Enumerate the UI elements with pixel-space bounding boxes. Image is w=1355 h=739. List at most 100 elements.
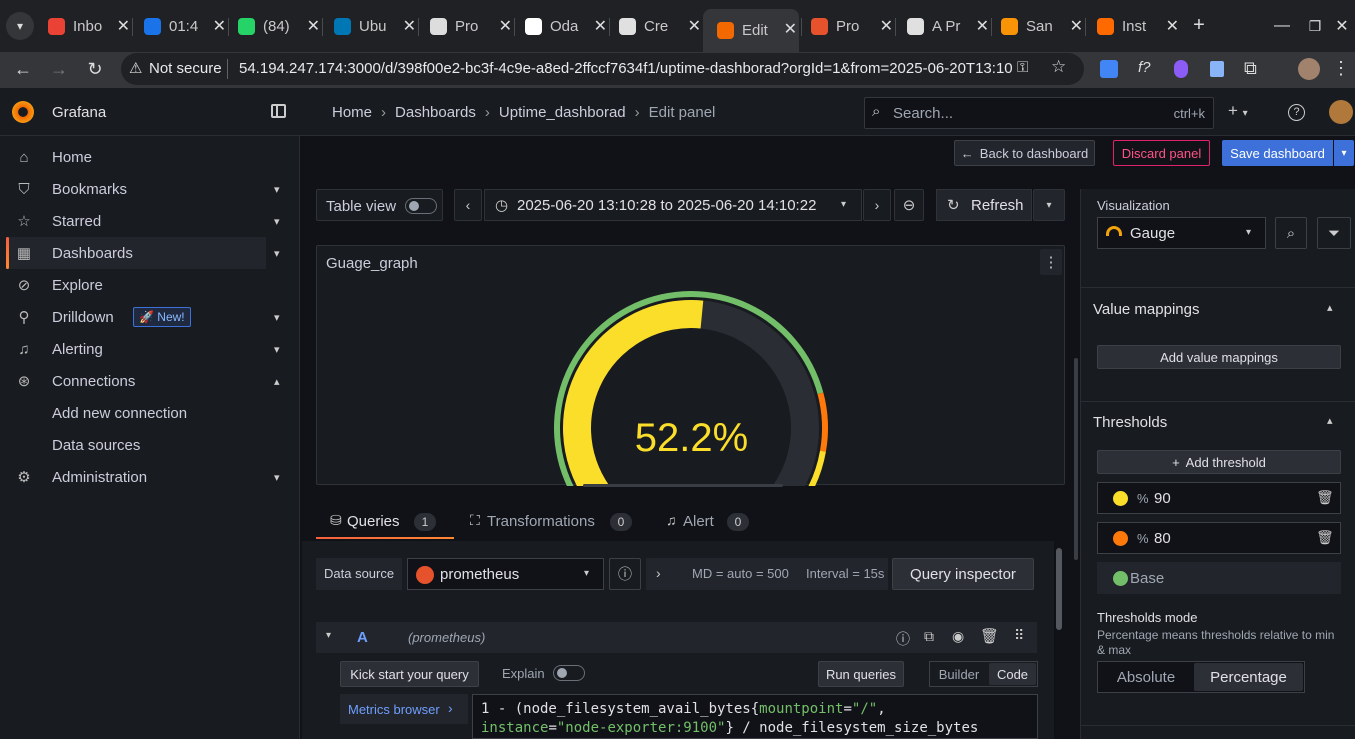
browser-tab[interactable]: Ubu ✕ [326,11,418,42]
query-help-icon[interactable]: ⓘ [896,629,910,649]
panel-resize-handle[interactable] [583,484,783,487]
breadcrumb-dashboard[interactable]: Uptime_dashborad [499,104,626,121]
close-tab-icon[interactable]: ✕ [499,16,512,36]
tab-search-button[interactable]: ▾ [6,12,34,40]
sidebar-item-dashboards[interactable]: ▦ Dashboards ▾ [6,237,280,269]
query-scrollbar[interactable] [1056,548,1062,630]
threshold-row[interactable]: % 80 🗑 [1097,522,1341,554]
save-dashboard-button[interactable]: Save dashboard [1222,140,1333,166]
breadcrumb-home[interactable]: Home [332,104,372,121]
add-menu-button[interactable]: + ▾ [1228,101,1248,121]
close-tab-icon[interactable]: ✕ [403,16,416,36]
chevron-icon[interactable]: ▾ [274,311,280,324]
close-tab-icon[interactable]: ✕ [307,16,320,36]
query-ref-id[interactable]: A [357,629,368,646]
kick-start-button[interactable]: Kick start your query [340,661,479,687]
search-options-icon[interactable]: ⌕ [1275,217,1307,249]
back-to-dashboard-button[interactable]: ← Back to dashboard [954,140,1095,166]
dock-menu-icon[interactable] [271,104,286,118]
time-forward-button[interactable]: › [863,189,891,221]
mode-percentage-button[interactable]: Percentage [1194,663,1303,691]
browser-tab[interactable]: Inst ✕ [1089,11,1181,42]
sidebar-item-home[interactable]: ⌂ Home [0,141,300,173]
metrics-browser-button[interactable]: Metrics browser › [340,694,468,724]
query-row-header[interactable]: ▾ A (prometheus) ⓘ ⧉ ◉ 🗑 ⠿ [316,622,1037,653]
visualization-picker[interactable]: Gauge ▾ [1097,217,1266,249]
threshold-value[interactable]: 80 [1154,530,1171,547]
maximize-button[interactable]: ❐ [1303,14,1327,38]
forward-icon[interactable]: → [46,56,72,82]
close-tab-icon[interactable]: ✕ [1166,16,1179,36]
refresh-interval-chevron-icon[interactable]: ▾ [1033,189,1065,221]
sidebar-item-drilldown[interactable]: ⚲ Drilldown 🚀 New! ▾ [0,301,300,333]
chevron-icon[interactable]: ▾ [274,471,280,484]
browser-tab[interactable]: 01:4 ✕ [136,11,228,42]
browser-tab[interactable]: Pro ✕ [803,11,895,42]
close-tab-icon[interactable]: ✕ [688,16,701,36]
close-tab-icon[interactable]: ✕ [594,16,607,36]
address-bar[interactable]: ⚠ Not secure 54.194.247.174:3000/d/398f0… [121,53,1084,85]
threshold-row[interactable]: % 90 🗑 [1097,482,1341,514]
grafana-logo-icon[interactable] [12,101,34,123]
pane-splitter[interactable] [1074,358,1078,560]
query-options-row[interactable]: › MD = auto = 500 Interval = 15s [646,558,888,590]
builder-mode-button[interactable]: Builder [930,662,988,686]
puzzle-icon[interactable]: ⧉ [1244,58,1257,79]
sidebar-item-administration[interactable]: ⚙ Administration ▾ [0,461,300,493]
threshold-color-swatch[interactable] [1113,571,1128,586]
browser-tab[interactable]: (84) ✕ [230,11,322,42]
time-range-picker[interactable]: ◷ 2025-06-20 13:10:28 to 2025-06-20 14:1… [484,189,862,221]
chevron-icon[interactable]: ▾ [274,247,280,260]
chevron-icon[interactable]: ▾ [274,183,280,196]
translate-icon[interactable] [1100,60,1118,78]
tab-alert[interactable]: ♫ Alert 0 [666,505,756,539]
save-options-chevron-icon[interactable]: ▾ [1334,140,1354,166]
trash-icon[interactable]: 🗑 [1316,529,1334,546]
threshold-color-swatch[interactable] [1113,531,1128,546]
add-value-mappings-button[interactable]: Add value mappings [1097,345,1341,369]
duplicate-query-icon[interactable]: ⧉ [924,628,934,645]
run-queries-button[interactable]: Run queries [818,661,904,687]
toggle-switch[interactable] [405,198,437,214]
reload-icon[interactable]: ↻ [82,56,108,82]
breadcrumb-dashboards[interactable]: Dashboards [395,104,476,121]
sidebar-item-alerting[interactable]: ♫ Alerting ▾ [0,333,300,365]
brand-name[interactable]: Grafana [52,104,106,121]
kebab-menu-icon[interactable]: ⋮ [1332,58,1350,79]
refresh-button[interactable]: ↻ Refresh [936,189,1032,221]
close-window-button[interactable]: ✕ [1330,14,1354,38]
toggle-visibility-icon[interactable]: ◉ [952,628,964,645]
sidebar-item-connections[interactable]: ⊛ Connections ▴ [0,365,300,397]
chevron-icon[interactable]: ▾ [274,215,280,228]
filter-icon[interactable]: ⏷ [1317,217,1351,249]
help-icon[interactable]: ? [1288,104,1305,121]
explain-toggle[interactable] [553,665,585,681]
tab-queries[interactable]: ⛁ Queries 1 [316,505,454,539]
chevron-icon[interactable]: ▴ [274,375,280,388]
extension-file-icon[interactable] [1210,61,1224,77]
chevron-icon[interactable]: ▾ [274,343,280,356]
key-icon[interactable]: ⚿ [1017,59,1028,76]
data-source-select[interactable]: prometheus ▾ [407,558,604,590]
thresholds-header[interactable]: Thresholds ▴ [1081,403,1355,443]
close-tab-icon[interactable]: ✕ [976,16,989,36]
drag-handle-icon[interactable]: ⠿ [1014,627,1024,644]
add-threshold-button[interactable]: + Add threshold [1097,450,1341,474]
value-mappings-header[interactable]: Value mappings ▴ [1081,289,1355,329]
search-input[interactable]: ⌕ Search... ctrl+k [864,97,1214,129]
threshold-color-swatch[interactable] [1113,491,1128,506]
back-icon[interactable]: ← [10,56,36,82]
profile-avatar[interactable] [1298,58,1320,80]
browser-tab[interactable]: A Pr ✕ [899,11,991,42]
close-tab-icon[interactable]: ✕ [880,16,893,36]
delete-query-icon[interactable]: 🗑 [980,627,999,645]
bookmark-star-icon[interactable]: ☆ [1051,57,1066,77]
threshold-row[interactable]: Base [1097,562,1341,594]
extension-drop-icon[interactable] [1174,60,1188,78]
browser-tab[interactable]: San ✕ [993,11,1085,42]
browser-tab[interactable]: Inbo ✕ [40,11,132,42]
browser-tab[interactable]: Oda ✕ [517,11,609,42]
not-secure-label[interactable]: Not secure [149,60,222,77]
table-view-toggle[interactable]: Table view [316,189,443,221]
sidebar-item-explore[interactable]: ⊘ Explore [0,269,300,301]
